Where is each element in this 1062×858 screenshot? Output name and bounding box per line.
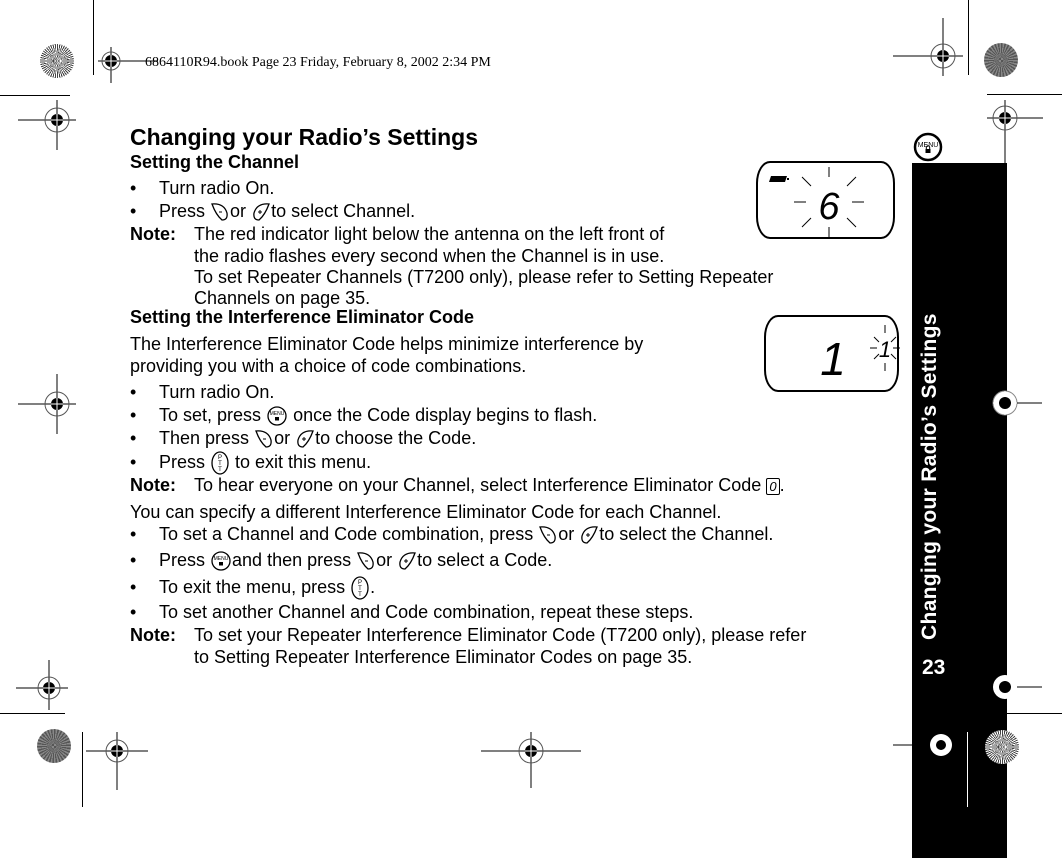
list-item: • Turn radio On. xyxy=(130,382,275,402)
section-heading-channel: Setting the Channel xyxy=(130,152,300,172)
registration-mark-icon xyxy=(16,660,68,710)
registration-mark-icon xyxy=(86,732,148,790)
scroll-down-button-icon xyxy=(539,526,557,544)
list-item: • Turn radio On. xyxy=(130,178,275,198)
list-item: • To exit the menu, press PTT. xyxy=(130,575,375,601)
svg-text:1: 1 xyxy=(879,337,891,362)
list-item: • Press or to select Channel. xyxy=(130,200,415,223)
lcd-code-glyph: 0 xyxy=(766,478,780,495)
scroll-up-button-icon xyxy=(253,203,270,221)
page-title: Changing your Radio’s Settings xyxy=(130,124,478,150)
scroll-up-button-icon xyxy=(399,552,417,570)
list-item: • Then press or to choose the Code. xyxy=(130,427,476,450)
list-item: • To set a Channel and Code combination, … xyxy=(130,523,773,546)
note-line: Channels on page 35. xyxy=(194,288,371,308)
menu-button-icon: MENU xyxy=(267,406,287,426)
crop-mark-white xyxy=(967,732,968,807)
print-header: 6864110R94.book Page 23 Friday, February… xyxy=(145,55,491,70)
section-intro: You can specify a different Interference… xyxy=(130,502,722,522)
svg-text:T: T xyxy=(218,467,222,473)
note-line: the radio flashes every second when the … xyxy=(194,246,665,266)
menu-lock-icon: MENU xyxy=(913,132,943,162)
list-item: • To set, press MENU once the Code displa… xyxy=(130,404,597,427)
chapter-tab-title: Changing your Radio’s Settings xyxy=(918,313,941,640)
section-intro: The Interference Eliminator Code helps m… xyxy=(130,334,644,354)
list-item: • To set another Channel and Code combina… xyxy=(130,602,694,622)
color-bar-mark-icon xyxy=(984,43,1018,77)
registration-mark-icon xyxy=(18,100,76,150)
scroll-down-button-icon xyxy=(255,430,272,448)
lcd-code-display: 1 1 xyxy=(764,315,900,392)
list-item: • Press PTT to exit this menu. xyxy=(130,450,371,476)
section-intro: providing you with a choice of code comb… xyxy=(130,356,527,376)
svg-text:MENU: MENU xyxy=(270,411,285,417)
registration-mark-icon xyxy=(18,374,76,434)
list-item: • Press MENU and then press or to select a… xyxy=(130,549,552,572)
page-number: 23 xyxy=(922,656,946,679)
registration-mark-icon xyxy=(893,734,952,756)
ptt-button-icon: PTT xyxy=(351,576,369,600)
registration-mark-icon xyxy=(893,18,963,76)
registration-mark-icon xyxy=(987,100,1043,164)
note-line: To set Repeater Channels (T7200 only), p… xyxy=(194,267,774,287)
menu-button-icon: MENU xyxy=(211,551,231,571)
scroll-down-button-icon xyxy=(357,552,374,570)
note-combo: Note: To set your Repeater Interference E… xyxy=(130,625,807,645)
registration-mark-icon xyxy=(481,732,581,788)
ptt-button-icon: PTT xyxy=(211,451,229,475)
flashing-code-digit: 1 xyxy=(870,325,900,371)
scroll-up-button-icon xyxy=(297,430,314,448)
scroll-down-button-icon xyxy=(211,203,228,221)
flashing-digit: 6 xyxy=(794,167,864,237)
lcd-channel-display: 6 xyxy=(756,161,895,239)
scroll-up-button-icon xyxy=(581,526,599,544)
channel-digit: 1 xyxy=(820,333,846,383)
note-code: Note: To hear everyone on your Channel, s… xyxy=(130,475,785,495)
registration-mark-icon xyxy=(992,390,1042,416)
note-line: to Setting Repeater Interference Elimina… xyxy=(194,647,693,667)
color-bar-mark-icon xyxy=(40,44,74,78)
battery-icon xyxy=(769,176,789,182)
note-channel: Note: The red indicator light below the a… xyxy=(130,224,665,244)
registration-mark-icon xyxy=(993,675,1042,699)
svg-text:MENU: MENU xyxy=(214,556,229,562)
svg-text:6: 6 xyxy=(818,186,840,228)
section-heading-code: Setting the Interference Eliminator Code xyxy=(130,307,475,327)
svg-text:T: T xyxy=(358,592,362,598)
color-bar-mark-icon xyxy=(985,730,1019,764)
color-bar-mark-icon xyxy=(37,729,71,763)
svg-text:1: 1 xyxy=(820,333,846,383)
